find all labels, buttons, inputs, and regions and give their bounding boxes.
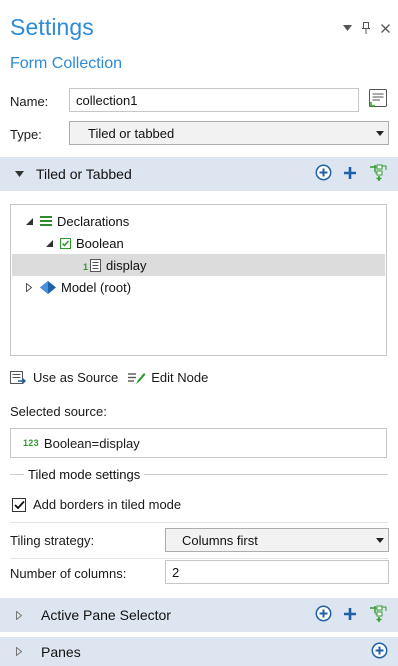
- divider: [10, 522, 388, 523]
- number-of-columns-label: Number of columns:: [10, 566, 127, 581]
- selected-source-field: 123 Boolean=display: [10, 428, 387, 458]
- panel-title: Settings: [10, 14, 94, 40]
- tiling-strategy-value: Columns first: [182, 532, 258, 548]
- panel-subtitle: Form Collection: [10, 55, 123, 72]
- chevron-down-icon: [372, 130, 388, 136]
- section-tiled-title: Tiled or Tabbed: [36, 166, 132, 182]
- type-label: Type:: [10, 127, 42, 142]
- selected-source-label: Selected source:: [10, 404, 107, 419]
- section-active-pane-selector[interactable]: Active Pane Selector: [0, 598, 398, 632]
- tiling-strategy-select[interactable]: Columns first: [165, 528, 389, 552]
- section-tiled-or-tabbed[interactable]: Tiled or Tabbed: [0, 157, 398, 191]
- tree-node-boolean[interactable]: Boolean: [43, 232, 124, 254]
- edit-node-label: Edit Node: [151, 370, 209, 385]
- use-as-source-button[interactable]: Use as Source: [10, 370, 118, 385]
- model-icon: [40, 280, 56, 294]
- number-of-columns-input[interactable]: 2: [165, 560, 389, 584]
- chevron-down-icon: [372, 537, 388, 543]
- section-tiled-actions: [315, 157, 388, 191]
- tree-node-declarations[interactable]: Declarations: [23, 210, 129, 232]
- tiled-mode-group-label: Tiled mode settings: [28, 466, 141, 482]
- group-line-right: [144, 473, 388, 475]
- name-input[interactable]: collection1: [69, 88, 359, 112]
- type-select[interactable]: Tiled or tabbed: [69, 121, 389, 145]
- source-tree[interactable]: Declarations Boolean 1 display Model (ro…: [10, 204, 387, 356]
- add-from-tree-icon[interactable]: [368, 605, 388, 626]
- tree-selection-highlight: [12, 254, 385, 276]
- variable-badge: 123: [23, 438, 39, 448]
- add-circle-icon[interactable]: [315, 605, 332, 625]
- add-circle-icon[interactable]: [371, 642, 388, 662]
- collapsed-chevron-icon[interactable]: [6, 647, 32, 656]
- dropdown-arrow-icon[interactable]: [342, 22, 352, 34]
- tree-node-label: display: [106, 257, 147, 273]
- section-panes[interactable]: Panes: [0, 637, 398, 666]
- declarations-icon: [40, 216, 52, 226]
- section-panes-title: Panes: [41, 643, 81, 660]
- selected-source-value: Boolean=display: [43, 435, 140, 451]
- section-active-actions: [315, 598, 388, 632]
- boolean-icon: [60, 237, 71, 249]
- use-as-source-icon: [10, 370, 26, 384]
- tree-node-label: Model (root): [61, 279, 132, 295]
- add-borders-label: Add borders in tiled mode: [33, 497, 182, 512]
- label-icon: [369, 89, 387, 107]
- add-borders-checkbox[interactable]: Add borders in tiled mode: [12, 497, 181, 512]
- tree-node-label: Declarations: [57, 213, 130, 229]
- divider: [10, 558, 388, 559]
- use-as-source-label: Use as Source: [33, 370, 119, 385]
- type-select-value: Tiled or tabbed: [88, 125, 175, 141]
- section-panes-actions: [371, 637, 388, 666]
- add-plus-icon[interactable]: [343, 166, 357, 183]
- edit-node-button[interactable]: Edit Node: [128, 370, 208, 385]
- group-line-left: [10, 473, 24, 475]
- section-active-title: Active Pane Selector: [41, 607, 171, 623]
- variable-icon: 1: [83, 258, 103, 272]
- collapsed-chevron-icon[interactable]: [6, 610, 32, 620]
- svg-text:1: 1: [83, 262, 88, 272]
- add-circle-icon[interactable]: [315, 164, 332, 184]
- tree-node-display[interactable]: 1 display: [83, 254, 146, 276]
- close-icon[interactable]: [380, 22, 390, 34]
- checkmark-icon: [13, 500, 25, 509]
- collapse-arrow-icon[interactable]: [43, 239, 55, 247]
- checkbox-box[interactable]: [12, 497, 26, 512]
- tree-node-label: Boolean: [76, 235, 124, 251]
- tree-toolbar: Use as Source Edit Node: [10, 370, 208, 385]
- expanded-chevron-icon[interactable]: [6, 171, 32, 177]
- tree-node-model-root[interactable]: Model (root): [23, 276, 131, 298]
- tiling-strategy-label: Tiling strategy:: [10, 533, 95, 548]
- expand-arrow-icon[interactable]: [23, 282, 35, 292]
- name-input-value: collection1: [76, 92, 138, 108]
- edit-node-icon: [128, 372, 146, 384]
- window-controls: [342, 22, 390, 34]
- name-label: Name:: [10, 94, 49, 109]
- pin-icon[interactable]: [361, 22, 371, 34]
- number-of-columns-value: 2: [172, 564, 180, 580]
- tiled-mode-group: Tiled mode settings: [10, 466, 388, 482]
- add-from-tree-icon[interactable]: [368, 164, 388, 185]
- add-plus-icon[interactable]: [343, 607, 357, 624]
- collapse-arrow-icon[interactable]: [23, 217, 35, 225]
- label-icon-button[interactable]: [367, 86, 389, 110]
